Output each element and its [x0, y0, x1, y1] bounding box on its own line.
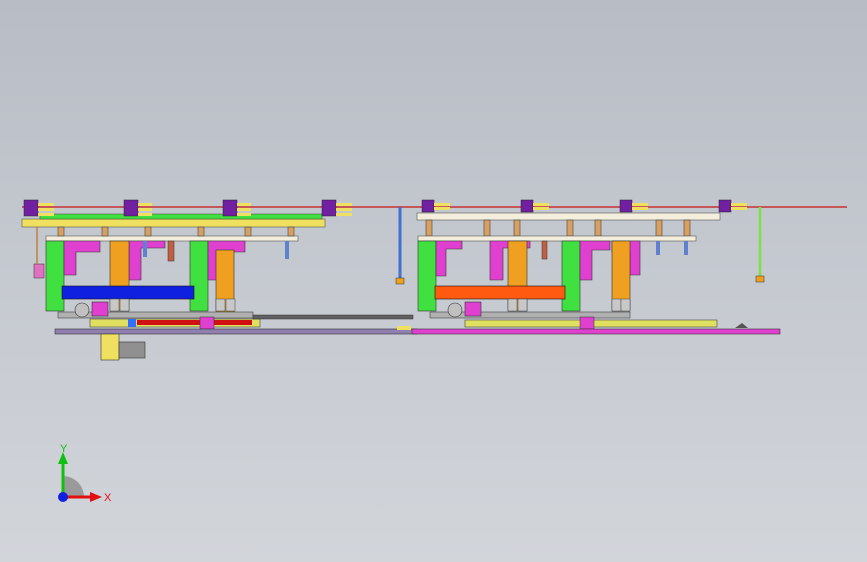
top-rail: [21, 218, 326, 228]
gripper-3: [222, 199, 251, 217]
assembly-model[interactable]: [0, 0, 867, 562]
z-axis-dot: [58, 492, 68, 502]
standoffs-right: [425, 219, 691, 237]
y-axis-label: Y: [60, 443, 68, 455]
motor-wheel: [74, 302, 90, 318]
side-clamp: [33, 263, 45, 279]
blocks: [109, 298, 236, 312]
green-plate: [39, 213, 323, 220]
column-green-2: [189, 240, 209, 312]
x-axis-label: X: [104, 492, 112, 504]
motor-wheel-right: [447, 302, 463, 318]
x-axis-arrow: [90, 492, 102, 502]
upper-plate: [45, 235, 299, 242]
gray-rod: [252, 314, 414, 320]
graphics-viewport[interactable]: Y X: [0, 0, 867, 562]
red-cylinder: [137, 320, 252, 325]
base-rail-left: [54, 328, 418, 335]
gripper-6: [520, 199, 549, 213]
bracket-magenta-1: [63, 240, 101, 276]
motor-mount-right: [464, 301, 482, 317]
upper-plate-right: [417, 235, 697, 242]
bracket-magenta-6: [579, 240, 611, 281]
standoffs: [57, 226, 295, 237]
column-green-1: [45, 240, 65, 312]
column-green-3: [417, 240, 437, 312]
gripper-8: [718, 199, 747, 213]
coordinate-triad[interactable]: Y X: [40, 430, 130, 520]
right-station[interactable]: [397, 199, 781, 335]
blue-bar: [61, 285, 195, 300]
gripper-7: [619, 199, 648, 213]
gripper-2: [123, 199, 152, 217]
bracket-magenta-4: [435, 240, 463, 277]
base-rail-right: [411, 328, 781, 335]
gripper-4: [321, 199, 352, 217]
column-green-4: [561, 240, 581, 312]
top-rail-right: [416, 212, 721, 221]
orange-bar: [434, 285, 566, 300]
motor-mount: [91, 301, 109, 317]
gripper-5: [421, 199, 450, 213]
gripper-1: [23, 199, 54, 217]
left-station[interactable]: [21, 199, 418, 361]
drive-motor: [100, 333, 120, 361]
